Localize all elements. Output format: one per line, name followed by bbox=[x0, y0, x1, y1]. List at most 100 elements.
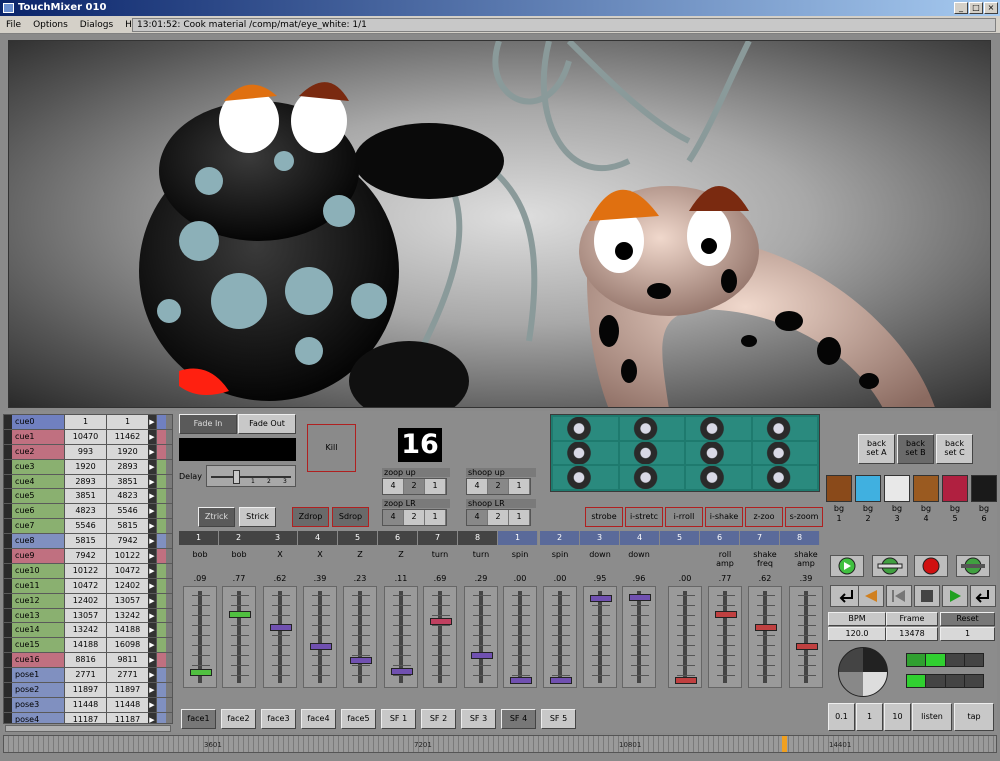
cue-row-handle[interactable] bbox=[4, 697, 12, 712]
cue-list[interactable]: cue0 1 1 ▶ cue1 10470 11462 ▶ cue2 993 1… bbox=[3, 414, 173, 724]
cue-end[interactable]: 5546 bbox=[106, 504, 148, 519]
cue-start[interactable]: 1920 bbox=[64, 459, 106, 474]
cue-row[interactable]: cue14 13242 14188 ▶ bbox=[4, 623, 172, 639]
cue-row[interactable]: pose2 11897 11897 ▶ bbox=[4, 683, 172, 698]
minimize-button[interactable]: _ bbox=[954, 2, 968, 14]
fader-knob[interactable] bbox=[755, 623, 777, 631]
listen-button[interactable]: listen bbox=[912, 703, 952, 731]
cue-start[interactable]: 10472 bbox=[64, 578, 106, 593]
clip-thumbnail[interactable] bbox=[619, 466, 684, 489]
effect-button-i-stretc[interactable]: i-stretc bbox=[625, 507, 663, 527]
cue-name[interactable]: cue0 bbox=[12, 415, 64, 429]
cue-row[interactable]: cue5 3851 4823 ▶ bbox=[4, 489, 172, 505]
cue-row[interactable]: cue2 993 1920 ▶ bbox=[4, 444, 172, 460]
fade-in-button[interactable]: Fade In bbox=[179, 414, 237, 434]
close-button[interactable]: × bbox=[984, 2, 998, 14]
cue-play-icon[interactable]: ▶ bbox=[148, 549, 156, 563]
cue-start[interactable]: 7942 bbox=[64, 549, 106, 563]
rewind-button[interactable] bbox=[886, 585, 912, 607]
cue-row-handle[interactable] bbox=[4, 504, 12, 519]
stop-button[interactable] bbox=[914, 585, 940, 607]
reset-value[interactable]: 1 bbox=[940, 627, 995, 641]
cue-row[interactable]: cue1 10470 11462 ▶ bbox=[4, 429, 172, 445]
fader-slider[interactable] bbox=[303, 586, 337, 688]
cue-play-icon[interactable]: ▶ bbox=[148, 638, 156, 653]
cue-play-icon[interactable]: ▶ bbox=[148, 712, 156, 723]
cue-row[interactable]: cue7 5546 5815 ▶ bbox=[4, 519, 172, 535]
cue-row-handle[interactable] bbox=[4, 489, 12, 504]
fader-knob[interactable] bbox=[270, 623, 292, 631]
clip-thumbnail[interactable] bbox=[752, 417, 817, 440]
cue-start[interactable]: 2893 bbox=[64, 474, 106, 489]
cue-name[interactable]: cue4 bbox=[12, 474, 64, 489]
shoop-lr-selector[interactable]: 4 2 1 bbox=[466, 509, 531, 526]
cue-play-icon[interactable]: ▶ bbox=[148, 444, 156, 459]
shoop-up-4[interactable]: 4 bbox=[467, 479, 488, 494]
zoop-lr-2[interactable]: 2 bbox=[404, 510, 425, 525]
face-button[interactable]: face5 bbox=[341, 709, 376, 729]
cue-play-icon[interactable]: ▶ bbox=[148, 578, 156, 593]
zoop-up-selector[interactable]: 4 2 1 bbox=[382, 478, 447, 495]
tap-button[interactable]: tap bbox=[954, 703, 994, 731]
cue-end[interactable]: 11897 bbox=[106, 683, 148, 697]
fader-knob[interactable] bbox=[391, 667, 413, 675]
cue-name[interactable]: pose4 bbox=[12, 712, 64, 723]
cue-end[interactable]: 14188 bbox=[106, 623, 148, 638]
fader-knob[interactable] bbox=[229, 610, 251, 618]
effect-button-i-rroll[interactable]: i-rroll bbox=[665, 507, 703, 527]
bpm-value[interactable]: 120.0 bbox=[828, 627, 886, 641]
cue-end[interactable]: 7942 bbox=[106, 534, 148, 549]
menu-dialogs[interactable]: Dialogs bbox=[74, 20, 119, 30]
strick-button[interactable]: Strick bbox=[239, 507, 276, 527]
play-circle-button[interactable] bbox=[830, 555, 864, 577]
cue-row[interactable]: cue16 8816 9811 ▶ bbox=[4, 653, 172, 669]
cue-play-icon[interactable]: ▶ bbox=[148, 683, 156, 697]
cue-name[interactable]: cue11 bbox=[12, 578, 64, 593]
cue-end[interactable]: 2893 bbox=[106, 459, 148, 474]
cue-name[interactable]: pose2 bbox=[12, 683, 64, 697]
cue-row[interactable]: cue13 13057 13242 ▶ bbox=[4, 608, 172, 624]
cue-list-scrollbar[interactable] bbox=[5, 725, 171, 732]
cue-end[interactable]: 11448 bbox=[106, 697, 148, 712]
step-back-button[interactable] bbox=[858, 585, 884, 607]
fader-slider[interactable] bbox=[263, 586, 297, 688]
cue-row-handle[interactable] bbox=[4, 474, 12, 489]
cue-row-handle[interactable] bbox=[4, 549, 12, 563]
cue-row-handle[interactable] bbox=[4, 429, 12, 444]
zoop-up-2[interactable]: 2 bbox=[404, 479, 425, 494]
face-button[interactable]: face4 bbox=[301, 709, 336, 729]
cue-play-icon[interactable]: ▶ bbox=[148, 489, 156, 504]
cue-start[interactable]: 5815 bbox=[64, 534, 106, 549]
clip-thumbnail-grid[interactable] bbox=[550, 414, 820, 492]
cue-row-handle[interactable] bbox=[4, 593, 12, 608]
face-button[interactable]: face3 bbox=[261, 709, 296, 729]
clip-thumbnail[interactable] bbox=[619, 441, 684, 465]
clip-thumbnail[interactable] bbox=[686, 441, 751, 465]
fader-knob[interactable] bbox=[796, 643, 818, 651]
cue-play-icon[interactable]: ▶ bbox=[148, 623, 156, 638]
cue-end[interactable]: 13057 bbox=[106, 593, 148, 608]
back-set-a-button[interactable]: back set A bbox=[858, 434, 895, 464]
playhead[interactable] bbox=[782, 736, 787, 752]
cue-start[interactable]: 12402 bbox=[64, 593, 106, 608]
clip-thumbnail[interactable] bbox=[686, 417, 751, 440]
clip-thumbnail[interactable] bbox=[752, 466, 817, 489]
cue-name[interactable]: cue16 bbox=[12, 653, 64, 668]
zoop-lr-selector[interactable]: 4 2 1 bbox=[382, 509, 447, 526]
cue-play-icon[interactable]: ▶ bbox=[148, 608, 156, 623]
background-thumbnail[interactable] bbox=[855, 475, 881, 502]
cue-row-handle[interactable] bbox=[4, 459, 12, 474]
cue-start[interactable]: 1 bbox=[64, 415, 106, 429]
shoop-lr-2[interactable]: 2 bbox=[488, 510, 509, 525]
frame-value[interactable]: 13478 bbox=[886, 627, 938, 641]
cue-play-icon[interactable]: ▶ bbox=[148, 429, 156, 444]
cue-row[interactable]: cue0 1 1 ▶ bbox=[4, 415, 172, 430]
fader-slider[interactable] bbox=[503, 586, 537, 688]
cue-end[interactable]: 4823 bbox=[106, 489, 148, 504]
fader-knob[interactable] bbox=[550, 677, 572, 684]
fader-knob[interactable] bbox=[675, 677, 697, 684]
effect-button-strobe[interactable]: strobe bbox=[585, 507, 623, 527]
cue-play-icon[interactable]: ▶ bbox=[148, 534, 156, 549]
cue-play-icon[interactable]: ▶ bbox=[148, 668, 156, 683]
shoop-up-1[interactable]: 1 bbox=[509, 479, 530, 494]
